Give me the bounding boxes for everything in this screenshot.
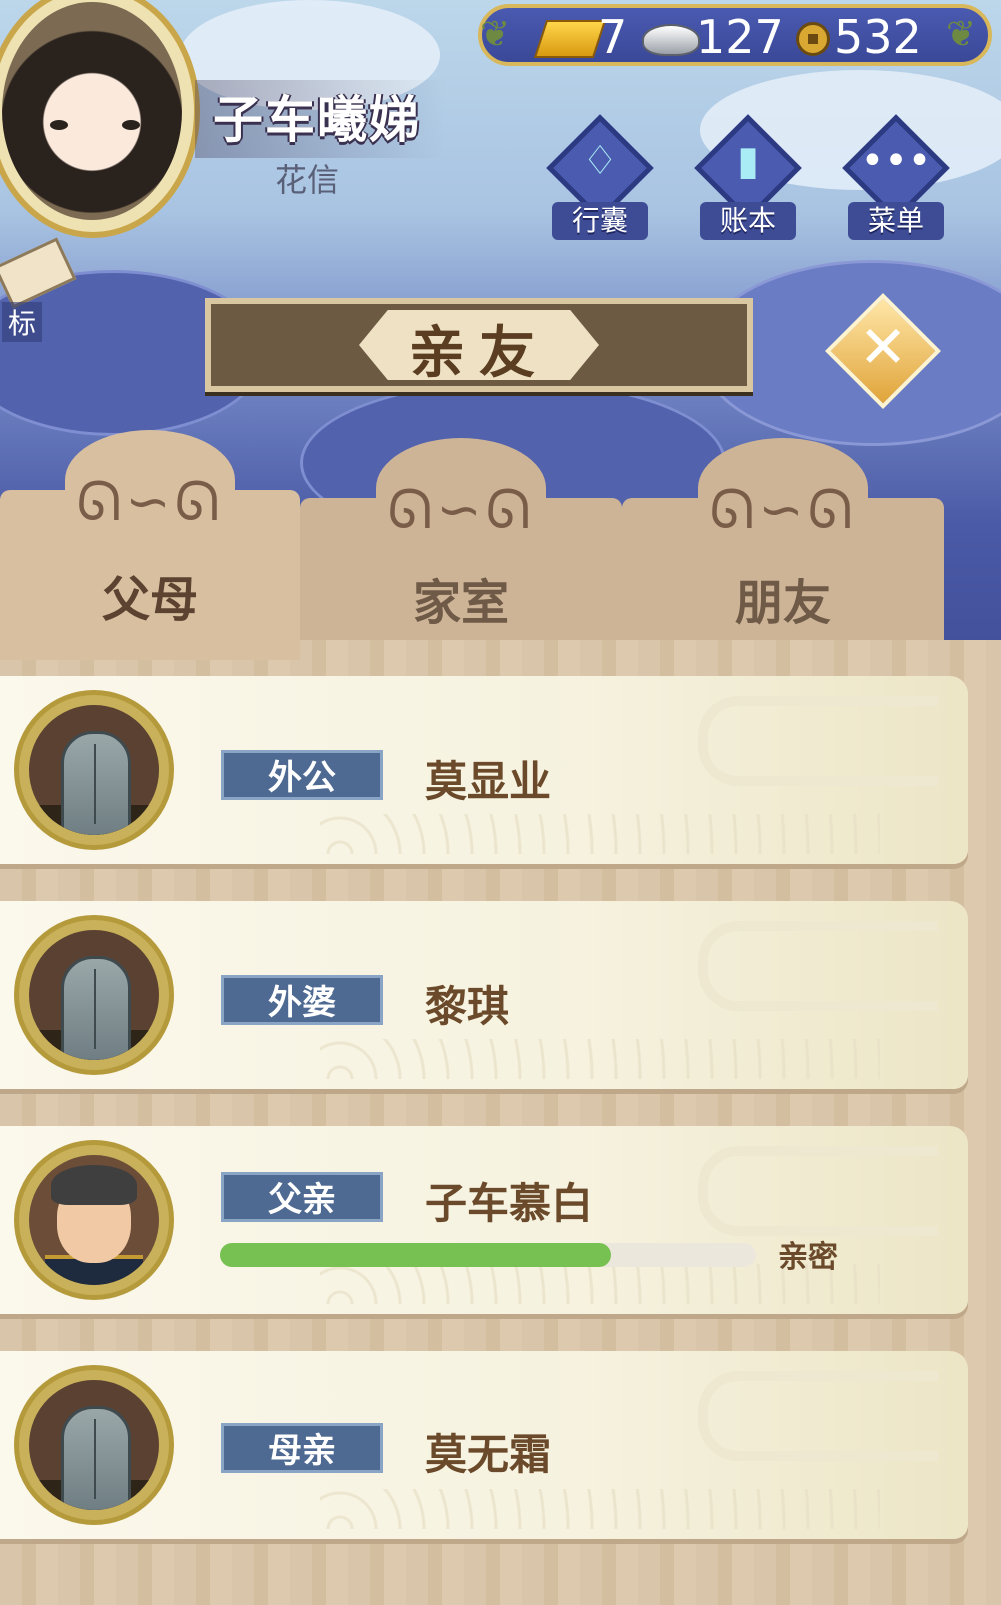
tab-label: 朋友 xyxy=(734,575,831,631)
card-decoration xyxy=(320,1039,880,1079)
intimacy-bar-fill xyxy=(220,1243,612,1267)
relation-tag: 外婆 xyxy=(221,975,383,1025)
relative-card[interactable]: 父亲 子车慕白 亲密 xyxy=(0,1126,968,1314)
tab-parents[interactable]: ᘏ∽ᘏ 父母 xyxy=(0,430,300,660)
card-decoration xyxy=(698,1146,938,1236)
more-icon: ••• xyxy=(860,138,932,184)
currency-bar: ❦ 7 127 532 ❦ xyxy=(478,4,992,66)
copper-coin-icon xyxy=(796,22,830,56)
cloud-ornament-icon: ᘏ∽ᘏ xyxy=(76,470,224,533)
player-portrait xyxy=(2,2,182,220)
card-decoration xyxy=(320,814,880,854)
panel-title: 亲友 xyxy=(409,321,549,386)
tab-friends[interactable]: ᘏ∽ᘏ 朋友 xyxy=(622,438,944,648)
tombstone-icon xyxy=(29,705,159,835)
relative-portrait-frame xyxy=(14,690,174,850)
silver-sycee-count: 127 xyxy=(696,10,784,64)
card-decoration xyxy=(698,921,938,1011)
player-title: 花信 xyxy=(275,161,340,199)
menu-label: 菜单 xyxy=(848,202,944,240)
bundle-button[interactable]: ♢ 行囊 xyxy=(540,114,660,242)
ledger-icon: ▮ xyxy=(736,138,759,184)
player-name: 子车曦娣 xyxy=(213,91,421,149)
close-icon[interactable]: ✕ xyxy=(842,306,924,388)
relation-tag: 父亲 xyxy=(221,1172,383,1222)
tombstone-icon xyxy=(29,930,159,1060)
panel-title-banner: 亲友 xyxy=(205,298,753,392)
relative-card[interactable]: 母亲 莫无霜 xyxy=(0,1351,968,1539)
portrait-eyes xyxy=(50,120,140,130)
relative-card[interactable]: 外婆 黎琪 xyxy=(0,901,968,1089)
bundle-label: 行囊 xyxy=(552,202,648,240)
tab-family[interactable]: ᘏ∽ᘏ 家室 xyxy=(300,438,622,648)
relative-name: 黎琪 xyxy=(425,982,510,1031)
relative-portrait-frame xyxy=(14,1365,174,1525)
bamboo-icon: ❦ xyxy=(946,14,977,55)
side-label: 标 xyxy=(2,302,43,342)
card-decoration xyxy=(320,1489,880,1529)
card-decoration xyxy=(698,696,938,786)
relation-tag: 外公 xyxy=(221,750,383,800)
menu-button[interactable]: ••• 菜单 xyxy=(836,114,956,242)
intimacy-bar xyxy=(220,1243,756,1267)
relation-tag: 母亲 xyxy=(221,1423,383,1473)
copper-coin-count: 532 xyxy=(834,10,922,64)
ledger-label: 账本 xyxy=(700,202,796,240)
relative-portrait-frame xyxy=(14,1140,174,1300)
relative-name: 莫显业 xyxy=(425,757,552,806)
relative-name: 莫无霜 xyxy=(425,1430,552,1479)
relative-portrait-frame xyxy=(14,915,174,1075)
father-portrait xyxy=(29,1155,159,1285)
tombstone-icon xyxy=(29,1380,159,1510)
bamboo-icon: ❦ xyxy=(480,14,511,55)
cloud-ornament-icon: ᘏ∽ᘏ xyxy=(709,478,857,541)
card-decoration xyxy=(698,1371,938,1461)
intimacy-label: 亲密 xyxy=(778,1240,838,1275)
silver-sycee-icon xyxy=(642,24,700,56)
tab-label: 父母 xyxy=(101,572,198,628)
gold-ingot-count: 7 xyxy=(598,10,628,64)
bundle-icon: ♢ xyxy=(582,138,618,184)
ledger-button[interactable]: ▮ 账本 xyxy=(688,114,808,242)
relative-card[interactable]: 外公 莫显业 xyxy=(0,676,968,864)
gold-ingot-icon xyxy=(533,20,607,58)
tab-label: 家室 xyxy=(412,575,509,631)
relative-name: 子车慕白 xyxy=(425,1179,594,1228)
cloud-ornament-icon: ᘏ∽ᘏ xyxy=(387,478,535,541)
